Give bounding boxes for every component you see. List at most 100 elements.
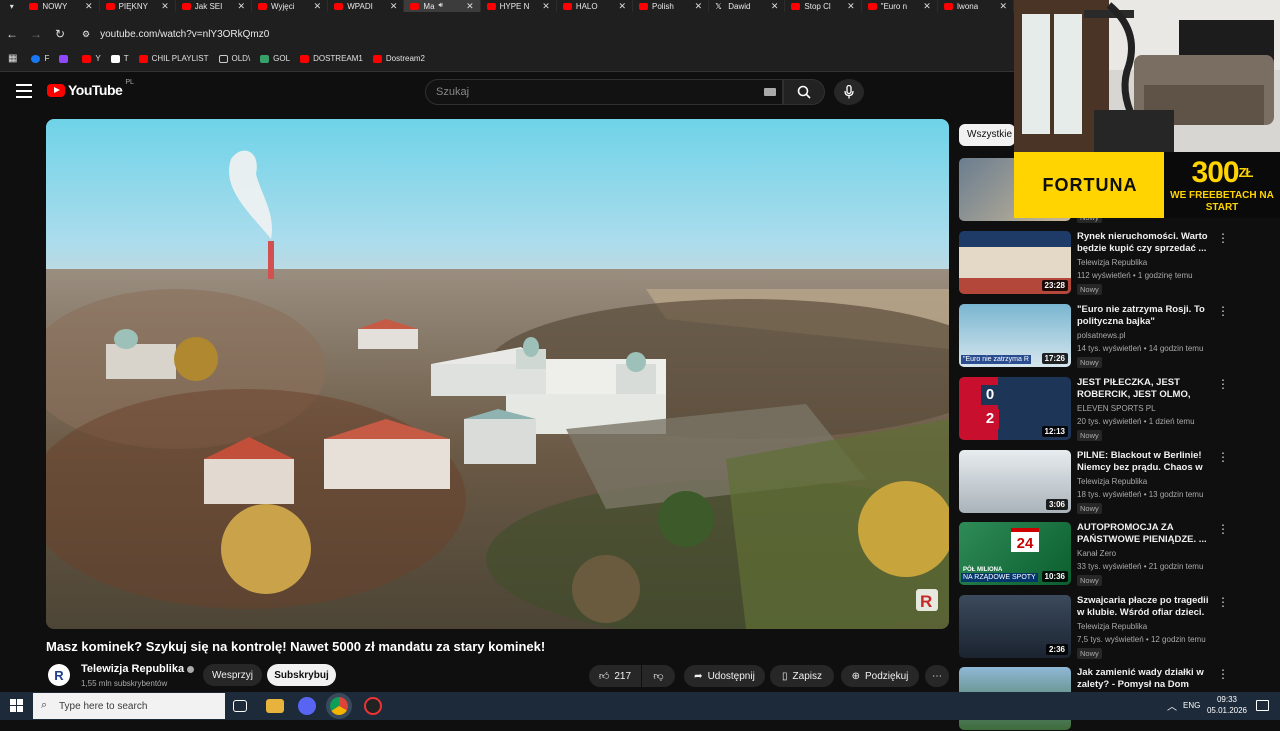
recommendation-channel[interactable]: Telewizja Republika [1077, 258, 1147, 267]
search-button[interactable] [783, 79, 825, 105]
filter-chip-all[interactable]: Wszystkie [959, 124, 1015, 146]
tab-close-icon[interactable]: ✕ [771, 1, 779, 12]
keyboard-icon[interactable] [764, 88, 776, 96]
file-explorer-icon[interactable] [266, 699, 284, 713]
recommendation-channel[interactable]: Telewizja Republika [1077, 477, 1147, 486]
task-view-icon[interactable] [233, 700, 247, 712]
recommended-video[interactable]: 23:28 Rynek nieruchomości. Warto będzie k… [959, 231, 1271, 295]
recommendation-channel[interactable]: polsatnews.pl [1077, 331, 1125, 340]
new-badge: Nowy [1077, 648, 1102, 659]
recommended-video[interactable]: 3:06 PILNE: Blackout w Berlinie! Niemcy b… [959, 450, 1271, 514]
more-vertical-icon[interactable]: ⋮ [1217, 304, 1229, 318]
recommended-video[interactable]: 24 PÓŁ MILIONA NA RZĄDOWE SPOTY 10:36 AUTOPR… [959, 522, 1271, 586]
voice-search-button[interactable] [834, 79, 864, 105]
recommended-video[interactable]: 0 2 12:13 JEST PIŁECZKA, JEST ROBERCIK, JES… [959, 377, 1271, 441]
save-button[interactable]: ▯ Zapisz [770, 665, 834, 687]
sponsor-amount-line: 300ZŁ [1164, 156, 1280, 190]
bookmark-item[interactable]: DOSTREAM1 [300, 54, 363, 63]
tab-close-icon[interactable]: ✕ [847, 1, 855, 12]
bookmark-item[interactable]: CHIL PLAYLIST [138, 54, 209, 63]
tab-close-icon[interactable]: ✕ [999, 1, 1007, 12]
tab-close-icon[interactable]: ✕ [923, 1, 931, 12]
taskbar-search-input[interactable]: ⌕ Type here to search [33, 693, 225, 719]
reload-button[interactable]: ↻ [48, 27, 72, 41]
notification-icon[interactable] [1256, 700, 1269, 711]
apps-grid-icon[interactable]: ▦ [8, 53, 17, 64]
tab-close-icon[interactable]: ✕ [314, 1, 322, 12]
recommendation-channel[interactable]: Telewizja Republika [1077, 622, 1147, 631]
browser-tab[interactable]: Jak SEI ✕ [176, 0, 252, 12]
recommended-video[interactable]: "Euro nie zatrzyma R 17:26 "Euro nie zatrz… [959, 304, 1271, 368]
more-vertical-icon[interactable]: ⋮ [1217, 450, 1229, 464]
youtube-logo[interactable]: YouTube PL [47, 79, 134, 98]
browser-tab[interactable]: NOWY ✕ [23, 0, 100, 12]
recommendation-channel[interactable]: ELEVEN SPORTS PL [1077, 404, 1156, 413]
more-vertical-icon[interactable]: ⋮ [1217, 667, 1229, 681]
tray-overflow-icon[interactable]: ︿ [1167, 698, 1177, 713]
video-player[interactable]: R [46, 119, 949, 629]
like-button[interactable]: 👍︎ 217 [589, 665, 641, 687]
browser-tab[interactable]: Wyjęci ✕ [252, 0, 329, 12]
youtube-play-icon [47, 83, 65, 97]
bookmark-item[interactable]: Y [82, 54, 101, 63]
video-thumbnail[interactable]: 0 2 12:13 [959, 377, 1071, 440]
more-vertical-icon[interactable]: ⋮ [1217, 595, 1229, 609]
system-clock[interactable]: 09:33 05.01.2026 [1206, 694, 1248, 716]
bookmark-item[interactable]: OLD\ [218, 54, 250, 63]
tab-close-icon[interactable]: ✕ [237, 1, 245, 12]
support-button[interactable]: Wesprzyj [203, 664, 262, 686]
recommendation-channel[interactable]: Kanał Zero [1077, 549, 1116, 558]
browser-tab[interactable]: HALO ✕ [557, 0, 634, 12]
more-vertical-icon[interactable]: ⋮ [1217, 522, 1229, 536]
video-thumbnail[interactable]: 23:28 [959, 231, 1071, 294]
tab-search-button[interactable]: ▾ [0, 0, 23, 12]
bookmark-item[interactable]: Dostream2 [372, 54, 425, 63]
bookmark-item[interactable] [59, 54, 72, 63]
menu-icon[interactable] [16, 84, 32, 98]
search-input[interactable]: Szukaj [425, 79, 783, 105]
video-thumbnail[interactable]: 2:36 [959, 595, 1071, 658]
video-thumbnail[interactable]: "Euro nie zatrzyma R 17:26 [959, 304, 1071, 367]
dislike-button[interactable]: 👎︎ [642, 665, 675, 687]
video-thumbnail[interactable]: 3:06 [959, 450, 1071, 513]
browser-tab[interactable]: HYPE N ✕ [481, 0, 557, 12]
recommended-video[interactable]: 2:36 Szwajcaria płacze po tragedii w klub… [959, 595, 1271, 659]
thanks-button[interactable]: ⊕ Podziękuj [841, 665, 919, 687]
bookmark-item[interactable]: F [31, 54, 49, 63]
forward-button[interactable]: → [24, 27, 48, 41]
browser-tab[interactable]: Iwona ✕ [938, 0, 1014, 12]
site-info-icon[interactable]: ⚙ [82, 29, 90, 40]
address-bar[interactable]: ⚙ youtube.com/watch?v=nlY3ORkQmz0 [82, 29, 269, 40]
chrome-icon[interactable] [330, 697, 348, 715]
more-vertical-icon[interactable]: ⋮ [1217, 377, 1229, 391]
windows-start-icon[interactable] [10, 699, 23, 712]
bookmark-item[interactable]: GOL [260, 54, 290, 63]
browser-tab[interactable]: "Euro n ✕ [862, 0, 938, 12]
tab-close-icon[interactable]: ✕ [695, 1, 703, 12]
browser-tab[interactable]: Ma 🔊︎ ✕ [404, 0, 481, 12]
tab-close-icon[interactable]: ✕ [390, 1, 398, 12]
obs-icon[interactable] [364, 697, 382, 715]
browser-tab[interactable]: 𝕏 Dawid ✕ [709, 0, 786, 12]
tab-close-icon[interactable]: ✕ [542, 1, 550, 12]
more-vertical-icon[interactable]: ⋮ [1217, 231, 1229, 245]
subscribe-button[interactable]: Subskrybuj [267, 664, 336, 686]
channel-avatar[interactable]: R [48, 664, 70, 686]
browser-tab[interactable]: PIĘKNY ✕ [100, 0, 176, 12]
browser-tab[interactable]: WPADI ✕ [328, 0, 405, 12]
discord-icon[interactable] [298, 697, 316, 715]
tab-close-icon[interactable]: ✕ [466, 1, 474, 12]
tab-close-icon[interactable]: ✕ [618, 1, 626, 12]
bookmark-item[interactable]: T [110, 54, 129, 63]
back-button[interactable]: ← [0, 27, 24, 41]
share-button[interactable]: ➦ Udostępnij [684, 665, 765, 687]
tab-close-icon[interactable]: ✕ [85, 1, 93, 12]
channel-name[interactable]: Telewizja Republika [81, 663, 195, 675]
browser-tab[interactable]: Stop Cl ✕ [785, 0, 862, 12]
browser-tab[interactable]: Polish ✕ [633, 0, 710, 12]
tab-close-icon[interactable]: ✕ [161, 1, 169, 12]
audio-playing-icon[interactable]: 🔊︎ [439, 2, 443, 10]
language-indicator[interactable]: ENG [1183, 701, 1200, 710]
video-thumbnail[interactable]: 24 PÓŁ MILIONA NA RZĄDOWE SPOTY 10:36 [959, 522, 1071, 585]
more-actions-button[interactable]: ⋯ [925, 665, 949, 687]
